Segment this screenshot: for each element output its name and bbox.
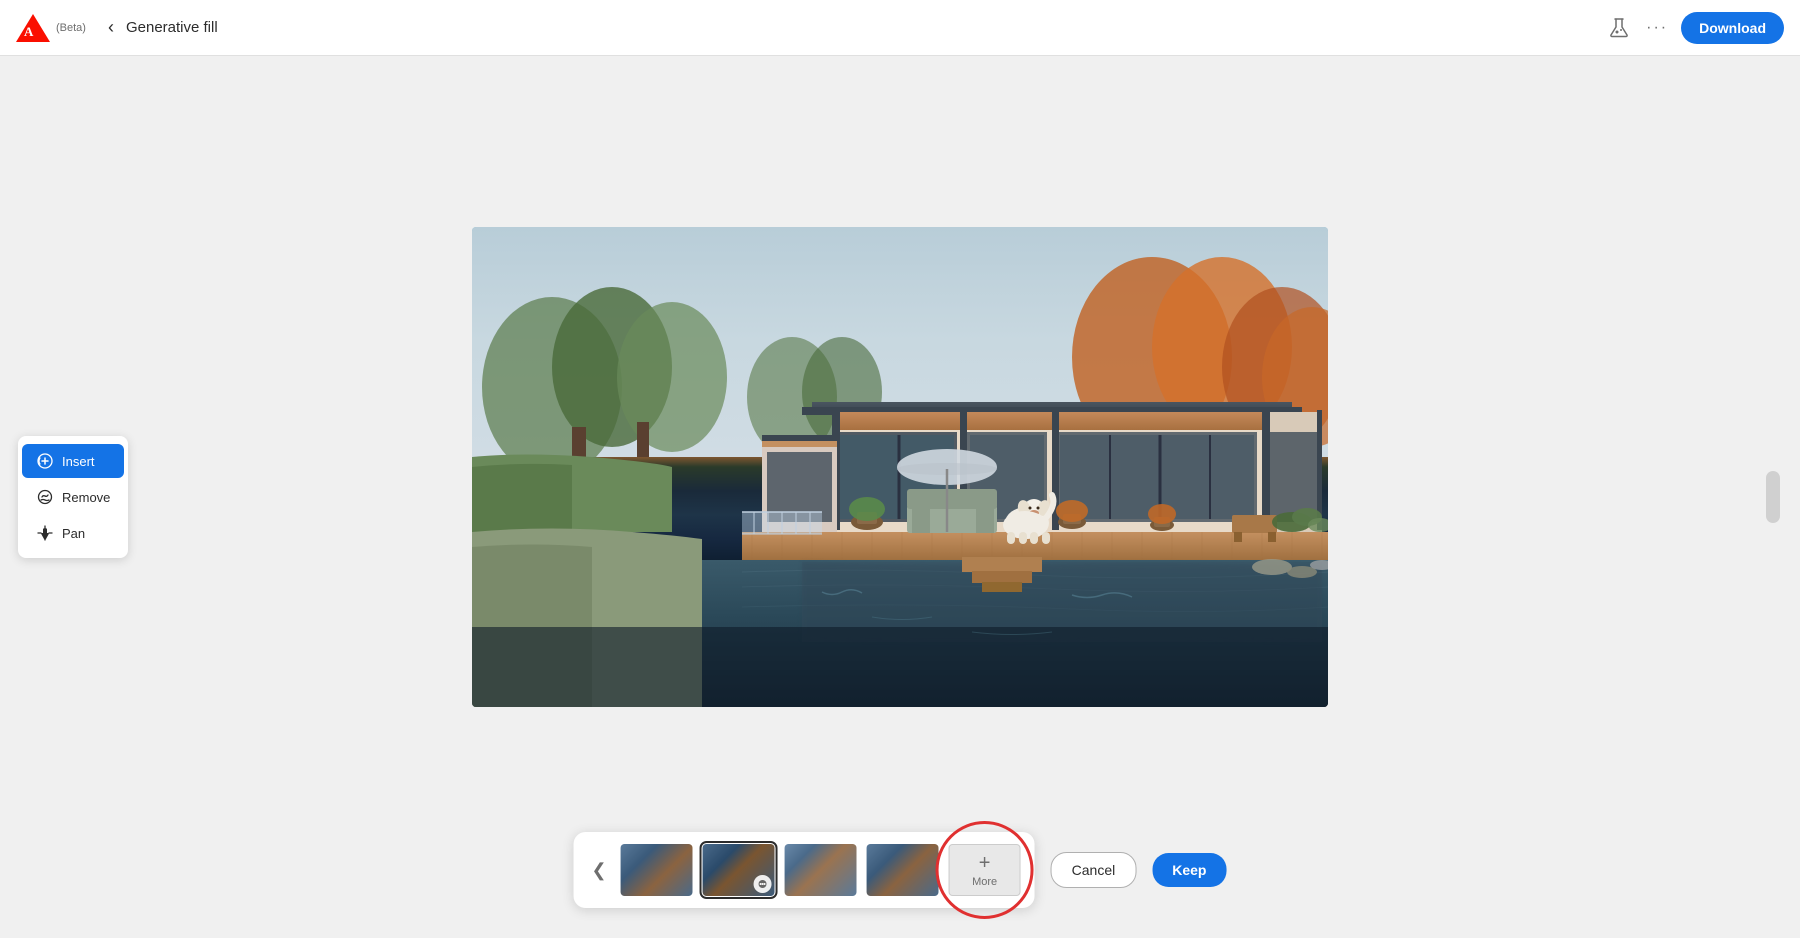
back-arrow-icon: ‹ xyxy=(108,17,114,38)
keep-button[interactable]: Keep xyxy=(1152,853,1226,887)
more-wrapper: + More xyxy=(949,844,1021,896)
cancel-button[interactable]: Cancel xyxy=(1051,852,1137,888)
bottom-panel: ❮ xyxy=(574,832,1227,908)
more-label: More xyxy=(972,876,997,888)
tool-remove[interactable]: Remove xyxy=(22,480,124,514)
plus-icon: + xyxy=(979,853,991,873)
header: A (Beta) ‹ Generative fill ··· Download xyxy=(0,0,1800,56)
thumbnail-1-image xyxy=(621,844,693,896)
thumbnail-strip: ❮ xyxy=(574,832,1035,908)
beaker-icon[interactable] xyxy=(1605,14,1633,42)
download-button[interactable]: Download xyxy=(1681,12,1784,44)
thumbnail-2-badge xyxy=(754,875,772,893)
prev-button[interactable]: ❮ xyxy=(588,856,611,885)
main-image xyxy=(472,227,1328,707)
pan-icon xyxy=(36,524,54,542)
thumbnail-2[interactable] xyxy=(703,844,775,896)
tool-pan[interactable]: Pan xyxy=(22,516,124,550)
adobe-logo-icon: A xyxy=(16,14,50,42)
left-toolbar: Insert Remove Pan xyxy=(18,436,128,558)
thumbnail-4[interactable] xyxy=(867,844,939,896)
insert-icon xyxy=(36,452,54,470)
page-title: Generative fill xyxy=(126,19,218,36)
canvas-area xyxy=(472,227,1328,707)
more-button[interactable]: + More xyxy=(949,844,1021,896)
tool-insert[interactable]: Insert xyxy=(22,444,124,478)
thumbnail-4-image xyxy=(867,844,939,896)
remove-label: Remove xyxy=(62,490,110,505)
thumbnail-3-image xyxy=(785,844,857,896)
thumbnail-3[interactable] xyxy=(785,844,857,896)
pan-label: Pan xyxy=(62,526,85,541)
back-button[interactable]: ‹ xyxy=(100,13,122,42)
header-right-actions: ··· Download xyxy=(1605,12,1784,44)
remove-icon xyxy=(36,488,54,506)
header-more-button[interactable]: ··· xyxy=(1643,14,1671,42)
scroll-handle[interactable] xyxy=(1766,471,1780,523)
svg-text:A: A xyxy=(24,24,34,39)
insert-label: Insert xyxy=(62,454,95,469)
thumbnail-1[interactable] xyxy=(621,844,693,896)
main-content: Insert Remove Pan xyxy=(0,56,1800,938)
beta-badge: (Beta) xyxy=(56,22,86,34)
